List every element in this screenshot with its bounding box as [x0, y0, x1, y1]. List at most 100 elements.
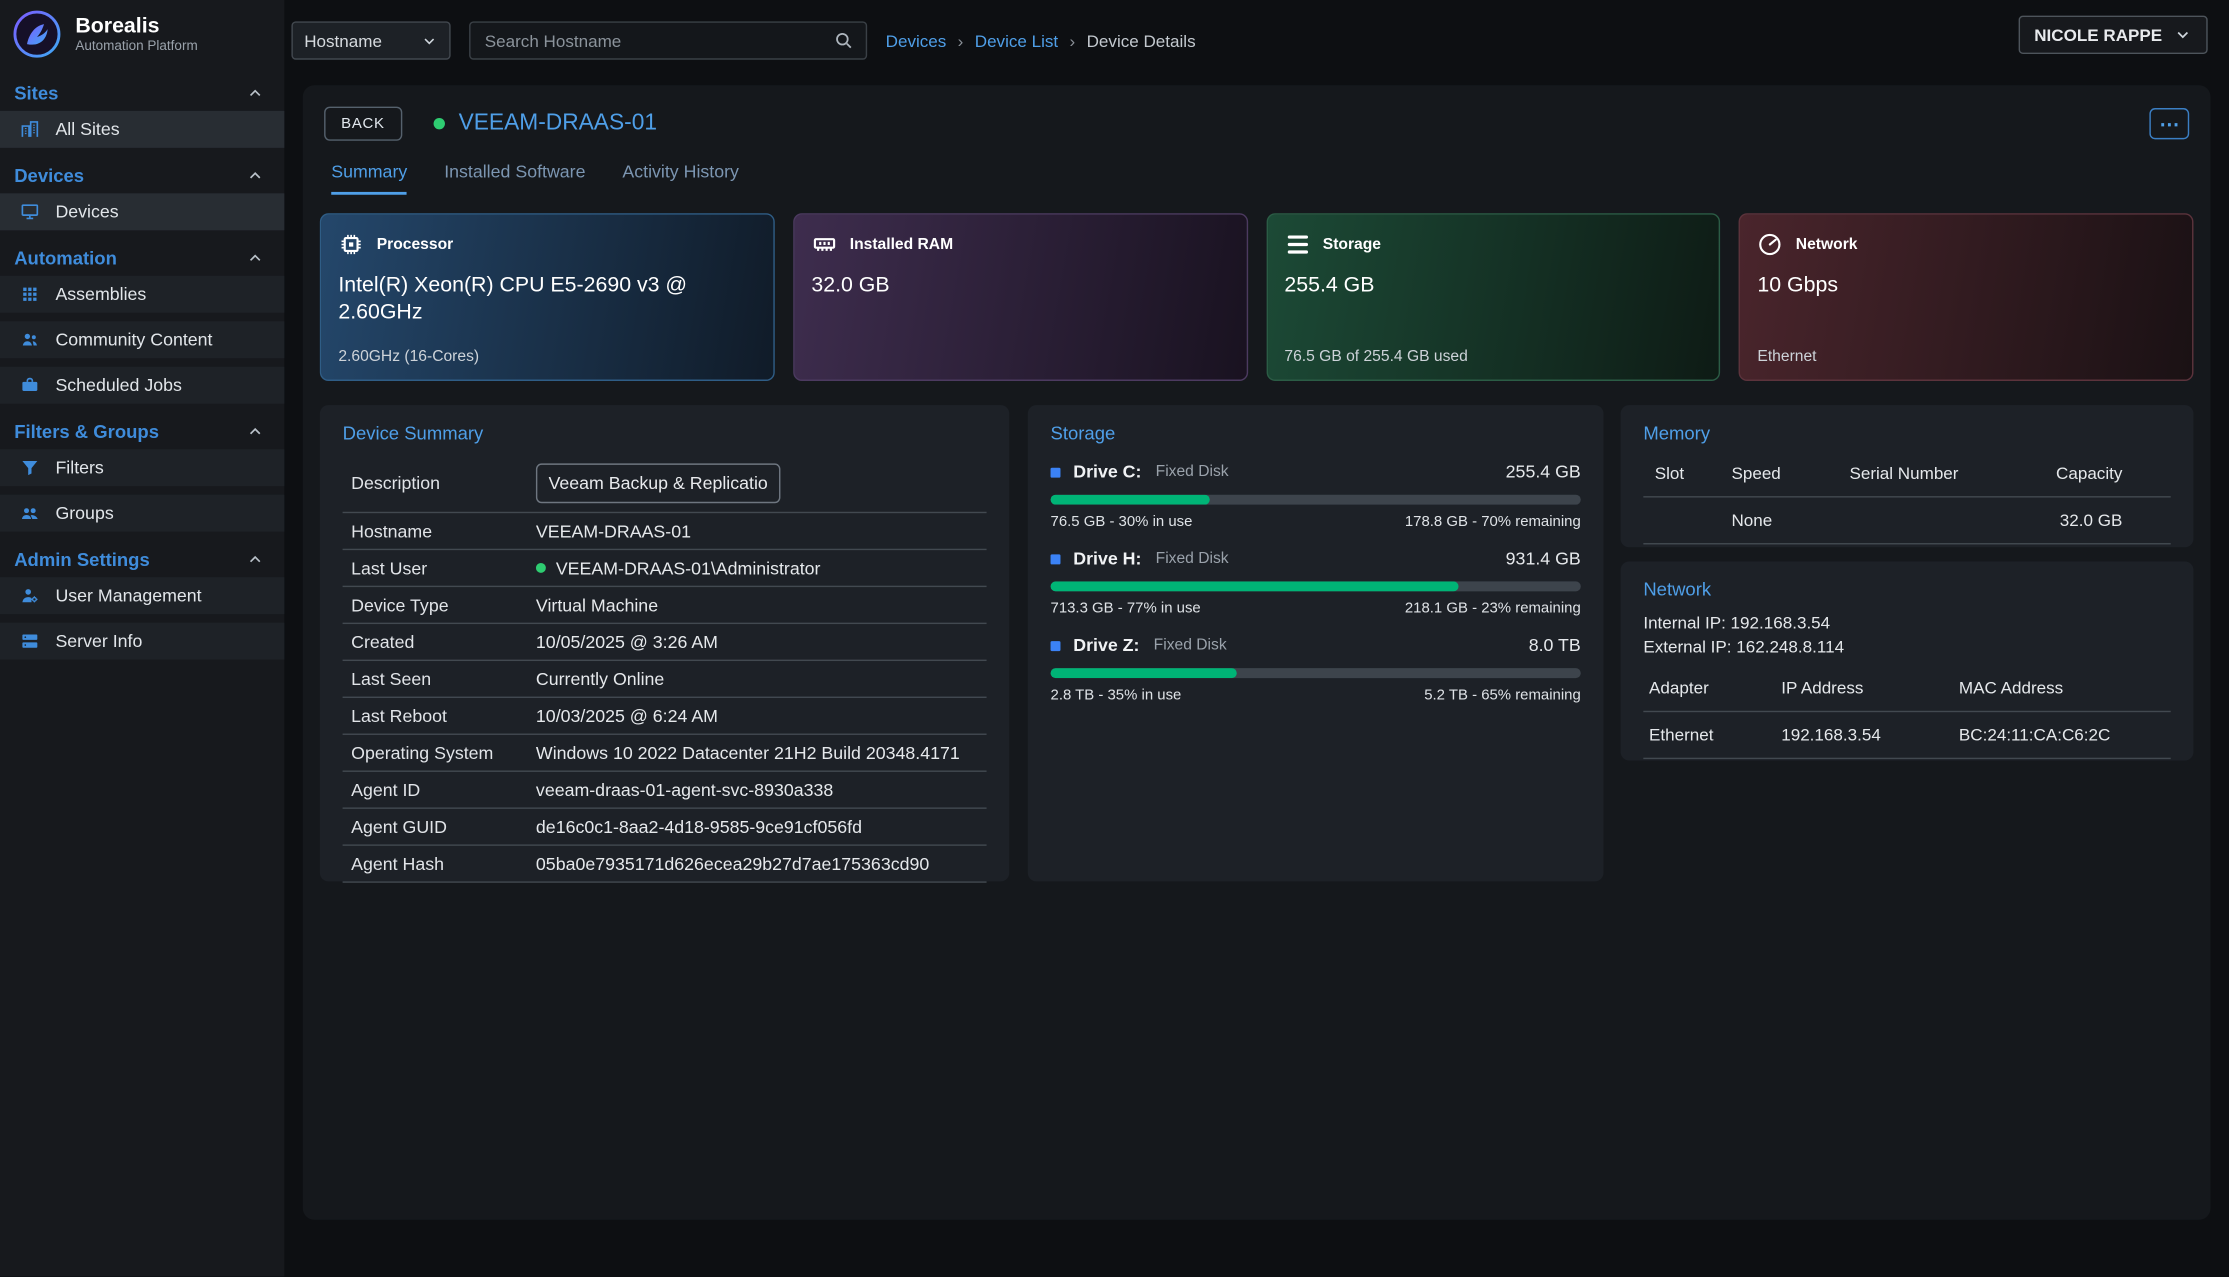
user-gear-icon: [20, 586, 40, 606]
row-value: VEEAM-DRAAS-01\Administrator: [556, 558, 821, 578]
row-label: Description: [343, 473, 536, 493]
panel-title: Device Summary: [343, 422, 987, 443]
devices-icon: [20, 202, 40, 222]
topbar: Hostname Devices › Device List › Device …: [284, 0, 2229, 80]
drive-usage-bar: [1051, 668, 1581, 678]
sidebar-item-label: Community Content: [55, 330, 212, 350]
hostname-filter-select[interactable]: Hostname: [291, 21, 450, 59]
drive-size: 8.0 TB: [1529, 635, 1581, 655]
table-row: Last User VEEAM-DRAAS-01\Administrator: [343, 550, 987, 587]
row-value: Currently Online: [536, 669, 664, 689]
sidebar-item-all-sites[interactable]: All Sites: [0, 111, 284, 148]
row-label: Operating System: [343, 743, 536, 763]
table-row: Agent GUID de16c0c1-8aa2-4d18-9585-9ce91…: [343, 809, 987, 846]
column-header: MAC Address: [1959, 678, 2171, 698]
sidebar-section-label: Devices: [14, 165, 84, 186]
sidebar-item-groups[interactable]: Groups: [0, 495, 284, 532]
drive-type: Fixed Disk: [1156, 550, 1229, 567]
chevron-up-icon: [246, 422, 264, 440]
sidebar-section-filters-groups[interactable]: Filters & Groups: [0, 414, 284, 450]
more-actions-button[interactable]: ⋯: [2149, 108, 2189, 139]
user-menu[interactable]: NICOLE RAPPE: [2019, 16, 2208, 54]
ram-card: Installed RAM 32.0 GB: [793, 213, 1248, 381]
column-header: Speed: [1731, 463, 1849, 483]
table-row: Hostname VEEAM-DRAAS-01: [343, 513, 987, 550]
table-row: Agent Hash 05ba0e7935171d626ecea29b27d7a…: [343, 846, 987, 883]
user-name: NICOLE RAPPE: [2034, 25, 2162, 45]
device-details-panel: BACK VEEAM-DRAAS-01 ⋯ Summary Installed …: [303, 85, 2211, 1219]
drive-bullet-icon: [1051, 554, 1061, 564]
sidebar-section-label: Admin Settings: [14, 549, 150, 570]
groups-icon: [20, 503, 40, 523]
drive-name: Drive Z:: [1073, 635, 1139, 655]
sidebar-item-label: Devices: [55, 202, 118, 222]
row-label: Last Reboot: [343, 706, 536, 726]
row-value: 10/05/2025 @ 3:26 AM: [536, 632, 718, 652]
table-row: Ethernet 192.168.3.54 BC:24:11:CA:C6:2C: [1643, 712, 2170, 759]
app-logo[interactable]: Borealis Automation Platform: [0, 0, 284, 65]
sidebar-item-label: All Sites: [55, 119, 119, 139]
drive-bullet-icon: [1051, 640, 1061, 650]
stat-cards: Processor Intel(R) Xeon(R) CPU E5-2690 v…: [320, 213, 2194, 381]
row-value: 05ba0e7935171d626ecea29b27d7ae175363cd90: [536, 854, 929, 874]
sidebar-item-server-info[interactable]: Server Info: [0, 623, 284, 660]
breadcrumb-separator: ›: [1070, 31, 1076, 51]
sidebar-item-label: Groups: [55, 503, 113, 523]
drive-row: Drive Z: Fixed Disk 8.0 TB 2.8 TB - 35% …: [1051, 635, 1581, 703]
table-row: Operating System Windows 10 2022 Datacen…: [343, 735, 987, 772]
sidebar-item-filters[interactable]: Filters: [0, 449, 284, 486]
table-row: Last Reboot 10/03/2025 @ 6:24 AM: [343, 698, 987, 735]
sidebar-section-admin-settings[interactable]: Admin Settings: [0, 542, 284, 578]
sidebar-section-label: Filters & Groups: [14, 421, 159, 442]
tab-summary[interactable]: Summary: [331, 162, 407, 195]
chevron-down-icon: [421, 32, 438, 49]
drive-type: Fixed Disk: [1156, 463, 1229, 480]
chevron-up-icon: [246, 84, 264, 102]
sidebar-item-assemblies[interactable]: Assemblies: [0, 276, 284, 313]
sidebar-section-label: Automation: [14, 247, 117, 268]
drive-used-text: 713.3 GB - 77% in use: [1051, 600, 1201, 617]
drive-remaining-text: 178.8 GB - 70% remaining: [1405, 513, 1581, 530]
device-header: BACK VEEAM-DRAAS-01 ⋯: [324, 105, 2189, 142]
card-title: Installed RAM: [850, 236, 953, 253]
breadcrumb-device-list[interactable]: Device List: [975, 31, 1058, 51]
sidebar-item-label: Server Info: [55, 631, 142, 651]
borealis-logo-icon: [11, 9, 62, 60]
column-header: Adapter: [1643, 678, 1781, 698]
card-footer: Ethernet: [1757, 348, 1816, 365]
tab-activity-history[interactable]: Activity History: [622, 162, 739, 195]
online-status-dot: [536, 563, 546, 573]
sidebar-item-label: User Management: [55, 586, 201, 606]
table-row: Description: [343, 455, 987, 513]
sidebar: Borealis Automation Platform Sites All S…: [0, 0, 284, 1277]
breadcrumb-current: Device Details: [1087, 31, 1196, 51]
cpu-icon: [338, 232, 364, 258]
sidebar-item-label: Scheduled Jobs: [55, 375, 181, 395]
sidebar-item-devices[interactable]: Devices: [0, 193, 284, 230]
row-value: veeam-draas-01-agent-svc-8930a338: [536, 780, 833, 800]
device-summary-table: Description Hostname VEEAM-DRAAS-01 Last…: [343, 455, 987, 883]
memory-panel: Memory Slot Speed Serial Number Capacity…: [1621, 405, 2194, 547]
breadcrumb-devices[interactable]: Devices: [886, 31, 947, 51]
network-card: Network 10 Gbps Ethernet: [1739, 213, 2194, 381]
back-button[interactable]: BACK: [324, 107, 402, 141]
sidebar-section-label: Sites: [14, 82, 58, 103]
sidebar-section-sites[interactable]: Sites: [0, 75, 284, 111]
people-icon: [20, 330, 40, 350]
breadcrumb-separator: ›: [958, 31, 964, 51]
sidebar-item-community-content[interactable]: Community Content: [0, 321, 284, 358]
card-title: Storage: [1323, 236, 1381, 253]
drive-usage-fill: [1051, 668, 1237, 678]
device-summary-panel: Device Summary Description Hostname VEEA…: [320, 405, 1009, 881]
tab-bar: Summary Installed Software Activity Hist…: [331, 162, 739, 195]
description-input[interactable]: [536, 463, 781, 503]
drive-type: Fixed Disk: [1154, 637, 1227, 654]
sidebar-item-user-management[interactable]: User Management: [0, 577, 284, 614]
sidebar-section-automation[interactable]: Automation: [0, 240, 284, 276]
search-input[interactable]: [482, 29, 833, 52]
tab-installed-software[interactable]: Installed Software: [444, 162, 585, 195]
drive-remaining-text: 218.1 GB - 23% remaining: [1405, 600, 1581, 617]
sidebar-item-scheduled-jobs[interactable]: Scheduled Jobs: [0, 367, 284, 404]
column-header: Slot: [1643, 463, 1731, 483]
sidebar-section-devices[interactable]: Devices: [0, 158, 284, 194]
